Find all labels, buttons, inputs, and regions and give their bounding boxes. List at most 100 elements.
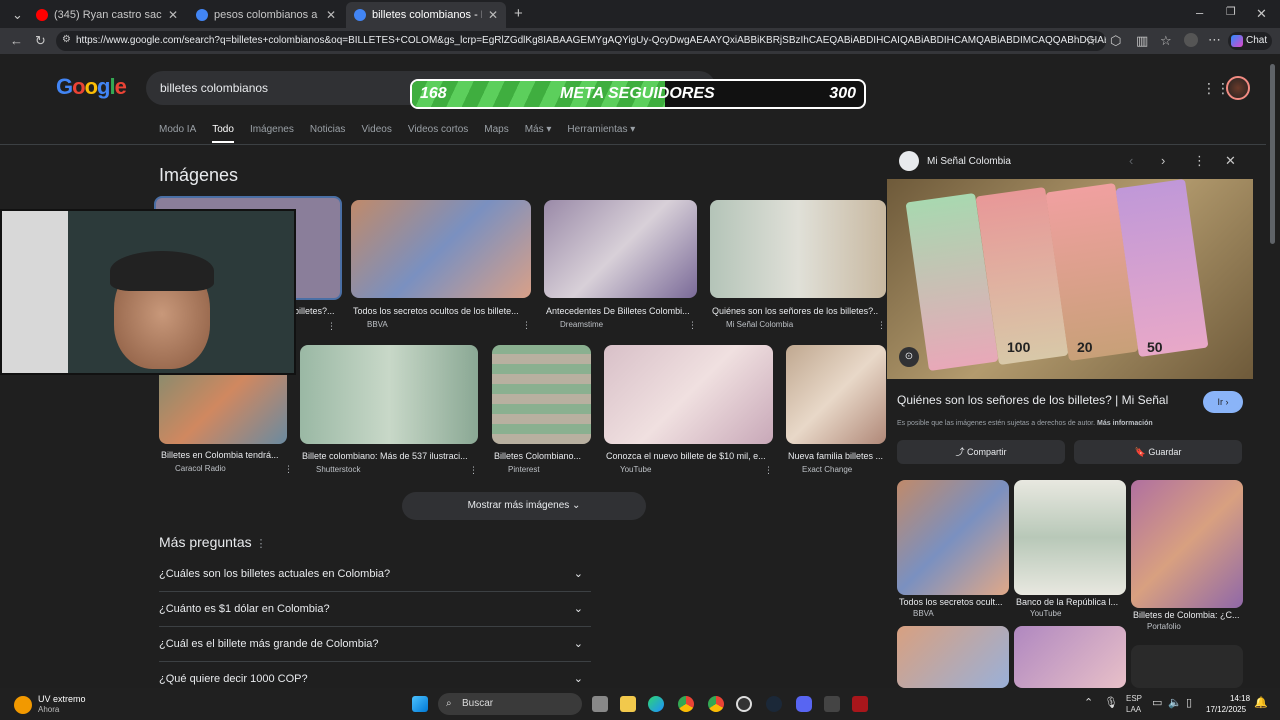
taskbar-search[interactable]: ⌕ Buscar — [438, 693, 582, 715]
preview-image[interactable]: 100 20 50 ⊙ — [887, 178, 1253, 379]
more-options-icon[interactable]: ⋮ — [327, 321, 336, 332]
chevron-down-icon: ⌄ — [573, 638, 583, 650]
image-result[interactable]: Billetes Colombiano... Pinterest — [492, 345, 591, 475]
chrome-profile-icon[interactable] — [708, 696, 724, 712]
more-options-icon[interactable]: ⋮ — [469, 465, 478, 476]
scrollbar[interactable] — [1266, 54, 1280, 688]
windows-start-icon[interactable] — [412, 696, 428, 712]
site-info-icon[interactable]: ⚙ — [62, 35, 71, 45]
account-avatar[interactable] — [1226, 76, 1250, 100]
show-more-images-button[interactable]: Mostrar más imágenes ⌄ — [402, 492, 646, 520]
image-result[interactable]: Nueva familia billetes ... Exact Change — [786, 345, 886, 475]
related-image[interactable]: Banco de la República l... YouTube — [1014, 480, 1126, 620]
tray-chevron-icon[interactable]: ⌃ — [1084, 696, 1093, 709]
tab-todo[interactable]: Todo — [212, 124, 234, 143]
discord-icon[interactable] — [796, 696, 812, 712]
network-icon[interactable]: ▭ — [1152, 696, 1162, 709]
image-result[interactable]: Conozca el nuevo billete de $10 mil, e..… — [604, 345, 773, 475]
more-options-icon[interactable]: ⋮ — [877, 320, 886, 331]
weather-icon[interactable] — [14, 696, 32, 714]
tab-herramientas[interactable]: Herramientas ▾ — [567, 124, 635, 143]
browser-tab-3[interactable]: billetes colombianos - Buscar con ✕ — [346, 2, 506, 28]
question-item[interactable]: ¿Cuánto es $1 dólar en Colombia? ⌄ — [159, 592, 591, 627]
clock-time[interactable]: 14:18 — [1230, 694, 1250, 703]
related-image[interactable]: Billetes de Colombia: ¿C... Portafolio — [1131, 480, 1243, 640]
prev-icon[interactable]: ‹ — [1129, 154, 1133, 167]
language-code[interactable]: ESP — [1126, 694, 1142, 703]
browser-tab-2[interactable]: pesos colombianos a soles - Busca ✕ — [188, 2, 344, 28]
tab-noticias[interactable]: Noticias — [310, 124, 346, 143]
related-thumbnail[interactable] — [897, 626, 1009, 688]
tab-modo-ia[interactable]: Modo IA — [159, 124, 196, 143]
minimize-icon[interactable]: – — [1196, 6, 1203, 19]
more-options-icon[interactable]: ⋮ — [522, 320, 531, 331]
related-thumbnail[interactable] — [1131, 645, 1243, 688]
close-window-icon[interactable]: ✕ — [1256, 7, 1267, 20]
favorites-icon[interactable]: ☆ — [1160, 34, 1172, 47]
save-button[interactable]: 🔖 Guardar — [1074, 440, 1242, 464]
question-item[interactable]: ¿Cuáles son los billetes actuales en Col… — [159, 557, 591, 592]
edge-icon[interactable] — [648, 696, 664, 712]
close-icon[interactable]: ✕ — [1225, 154, 1236, 167]
tab-videos-cortos[interactable]: Videos cortos — [408, 124, 468, 143]
tab-imagenes[interactable]: Imágenes — [250, 124, 294, 143]
split-screen-icon[interactable]: ▥ — [1136, 34, 1148, 47]
file-explorer-icon[interactable] — [620, 696, 636, 712]
star-icon[interactable]: ☆ — [1085, 34, 1097, 47]
image-result[interactable]: Billete colombiano: Más de 537 ilustraci… — [300, 345, 478, 475]
chrome-icon[interactable] — [678, 696, 694, 712]
tab-maps[interactable]: Maps — [484, 124, 508, 143]
close-tab-icon[interactable]: ✕ — [482, 8, 498, 22]
back-icon[interactable]: ← — [10, 34, 23, 47]
tab-mas[interactable]: Más ▾ — [525, 124, 552, 143]
more-options-icon[interactable]: ⋮ — [256, 538, 267, 550]
related-thumbnail[interactable] — [1014, 626, 1126, 688]
tab-videos[interactable]: Videos — [361, 124, 391, 143]
more-options-icon[interactable]: ⋮ — [764, 465, 773, 476]
menu-dots-icon[interactable]: ⋯ — [1208, 33, 1221, 46]
result-source: Mi Señal Colombia — [726, 320, 794, 329]
browser-tab-1[interactable]: (345) Ryan castro saca un salario m ✕ — [28, 2, 186, 28]
preview-title[interactable]: Quiénes son los señores de los billetes?… — [897, 393, 1168, 407]
more-options-icon[interactable]: ⋮ — [688, 320, 697, 331]
next-icon[interactable]: › — [1161, 154, 1165, 167]
more-options-icon[interactable]: ⋮ — [284, 464, 293, 475]
image-result[interactable]: Antecedentes De Billetes Colombi... Drea… — [544, 200, 697, 340]
notification-bell-icon[interactable]: 🔔 — [1254, 696, 1268, 709]
task-view-icon[interactable] — [592, 696, 608, 712]
question-item[interactable]: ¿Cuál es el billete más grande de Colomb… — [159, 627, 591, 662]
new-tab-icon[interactable]: + — [514, 6, 523, 21]
scrollbar-thumb[interactable] — [1270, 64, 1275, 244]
related-image[interactable]: Todos los secretos ocult... BBVA — [897, 480, 1009, 620]
extensions-icon[interactable]: ⬡ — [1110, 34, 1121, 47]
image-result[interactable]: Quiénes son los señores de los billetes?… — [710, 200, 886, 340]
visit-button[interactable]: Ir › — [1203, 391, 1243, 413]
copilot-chat-button[interactable]: Chat — [1228, 32, 1272, 50]
profile-avatar-icon[interactable] — [1184, 33, 1198, 47]
visit-label: Ir — [1217, 397, 1224, 407]
google-logo[interactable]: Google — [56, 74, 127, 100]
image-result[interactable]: Todos los secretos ocultos de los billet… — [351, 200, 531, 340]
obs-icon[interactable] — [736, 696, 752, 712]
question-item[interactable]: ¿Qué quiere decir 1000 COP? ⌄ — [159, 662, 591, 688]
microphone-icon[interactable]: 🎙 — [1104, 696, 1118, 709]
lens-icon[interactable]: ⊙ — [899, 347, 919, 367]
steam-icon[interactable] — [766, 696, 782, 712]
reload-icon[interactable]: ↻ — [35, 34, 46, 47]
volume-icon[interactable]: 🔈 — [1168, 696, 1182, 709]
close-tab-icon[interactable]: ✕ — [320, 8, 336, 22]
game-icon[interactable] — [852, 696, 868, 712]
share-button[interactable]: ⤴ Compartir — [897, 440, 1065, 464]
more-options-icon[interactable]: ⋮ — [1193, 154, 1206, 167]
weather-title[interactable]: UV extremo — [38, 694, 86, 704]
result-thumbnail — [710, 200, 886, 298]
maximize-icon[interactable]: ❐ — [1226, 7, 1236, 18]
close-tab-icon[interactable]: ✕ — [162, 8, 178, 22]
result-caption: Quiénes son los señores de los billetes?… — [712, 306, 878, 316]
tab-list-icon[interactable]: ⌄ — [12, 8, 23, 21]
more-info-link[interactable]: Más información — [1097, 420, 1153, 427]
calculator-icon[interactable] — [824, 696, 840, 712]
site-name[interactable]: Mi Señal Colombia — [927, 156, 1011, 167]
url-field[interactable]: https://www.google.com/search?q=billetes… — [56, 31, 1106, 51]
battery-icon[interactable]: ▯ — [1186, 696, 1192, 709]
